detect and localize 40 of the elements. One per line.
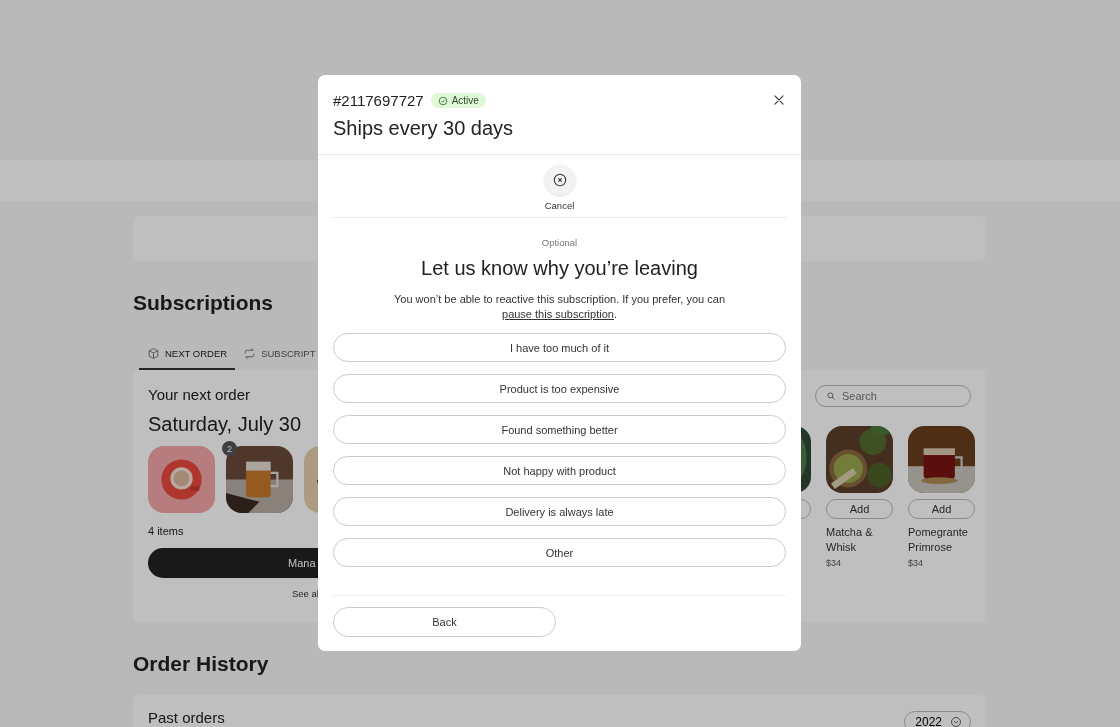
item-count: 4 items xyxy=(148,525,184,537)
close-icon[interactable] xyxy=(772,93,786,107)
product-price: $34 xyxy=(908,558,925,568)
reason-button[interactable]: Found something better xyxy=(333,415,786,444)
back-button[interactable]: Back xyxy=(333,607,556,637)
cancel-button[interactable] xyxy=(544,165,575,195)
order-number: #2117697727 xyxy=(333,92,424,109)
year-dropdown[interactable]: 2022 xyxy=(904,711,971,727)
product-name: Matcha & Whisk xyxy=(826,525,874,555)
check-icon xyxy=(437,95,448,106)
search-field[interactable]: Search xyxy=(815,385,971,407)
past-orders-label: Past orders xyxy=(148,709,225,726)
chevron-down-icon xyxy=(950,716,962,727)
box-icon xyxy=(147,347,160,360)
section-heading: Order History xyxy=(133,652,269,676)
section-heading: Subscriptions xyxy=(133,291,274,315)
product-name: Pomegrante Primrose xyxy=(908,525,969,555)
reason-button[interactable]: Not happy with product xyxy=(333,456,786,485)
next-order-label: Your next order xyxy=(148,386,250,403)
pause-subscription-link[interactable]: pause this subscription xyxy=(502,308,614,320)
reason-button[interactable]: Product is too expensive xyxy=(333,374,786,403)
info-text: You won’t be able to reactive this subscription. If you prefer, you can pause this subscription. xyxy=(393,292,726,322)
quantity-badge: 2 xyxy=(222,441,237,456)
modal-heading: Let us know why you’re leaving xyxy=(421,257,698,280)
product-price: $34 xyxy=(826,558,843,568)
optional-label: Optional xyxy=(541,237,578,248)
repeat-icon xyxy=(243,347,257,360)
reason-button[interactable]: I have too much of it xyxy=(333,333,786,362)
tab[interactable]: SUBSCRIPT xyxy=(235,341,324,370)
cancel-label: Cancel xyxy=(544,200,575,211)
reason-button[interactable]: Other xyxy=(333,538,786,567)
cancel-icon xyxy=(551,172,568,188)
reason-button[interactable]: Delivery is always late xyxy=(333,497,786,526)
status-label: Active xyxy=(451,95,479,106)
add-button[interactable]: Add xyxy=(908,499,975,519)
modal-title: Ships every 30 days xyxy=(333,117,515,140)
search-icon xyxy=(826,391,836,401)
see-all-link[interactable]: See al xyxy=(292,588,319,599)
add-button[interactable]: Add xyxy=(826,499,893,519)
next-order-date: Saturday, July 30 xyxy=(148,413,302,436)
